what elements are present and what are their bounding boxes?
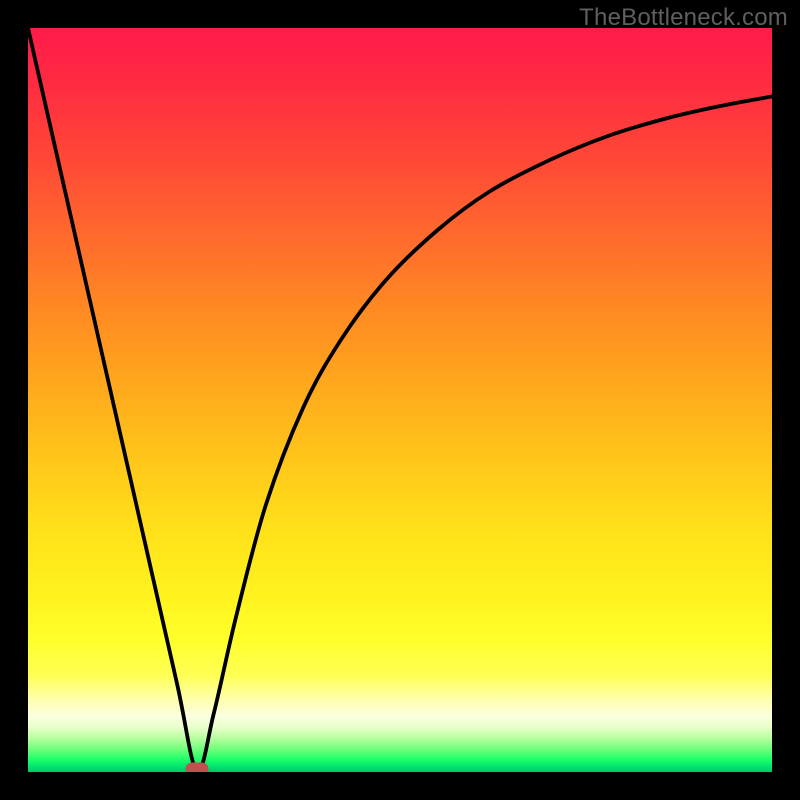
plot-area — [28, 28, 772, 772]
minimum-marker — [185, 763, 208, 772]
bottleneck-curve — [28, 28, 772, 772]
watermark-text: TheBottleneck.com — [579, 4, 788, 32]
chart-frame: TheBottleneck.com — [0, 0, 800, 800]
